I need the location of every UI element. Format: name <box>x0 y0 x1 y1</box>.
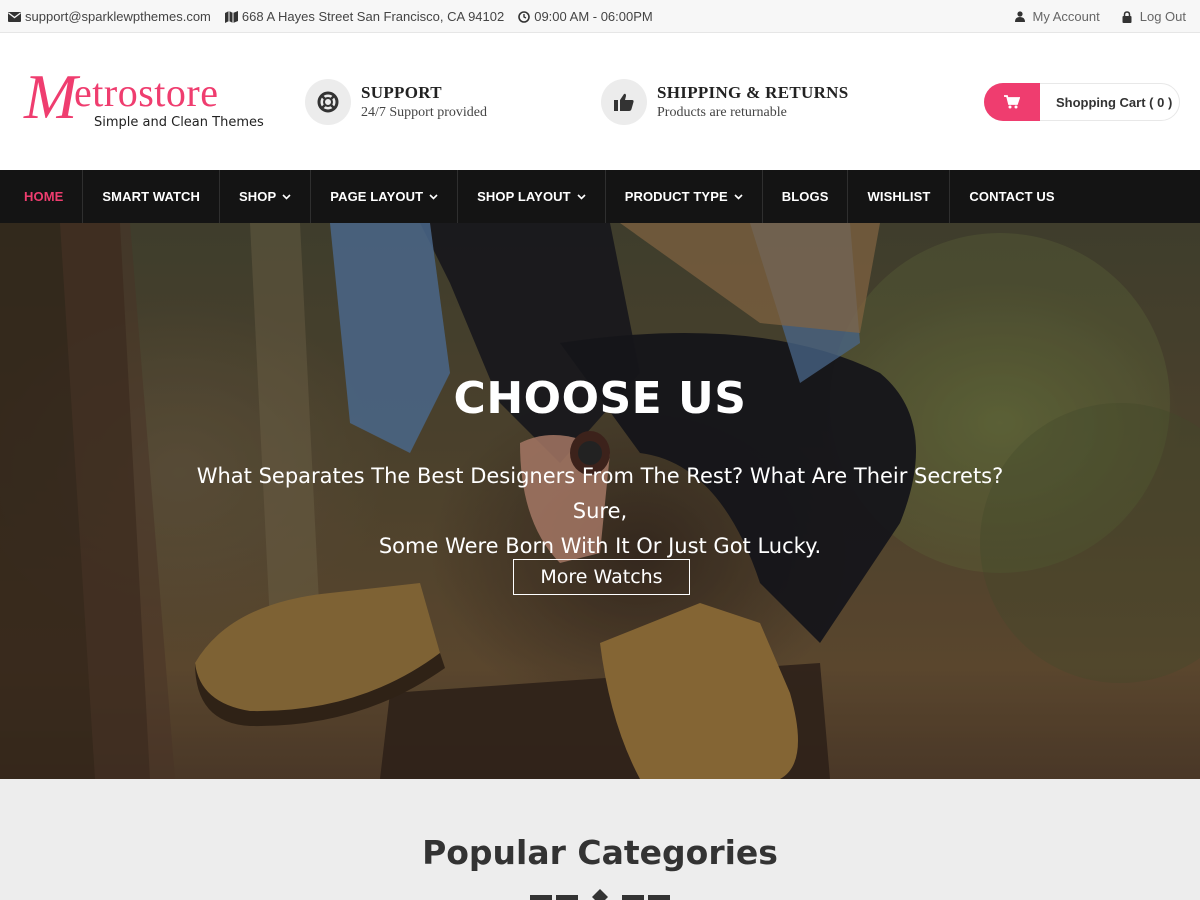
site-header: M etrostore Simple and Clean Themes SUPP… <box>0 33 1200 170</box>
support-title: SUPPORT <box>361 83 442 102</box>
lock-icon <box>1122 10 1132 23</box>
email-text: support@sparklewpthemes.com <box>25 9 211 24</box>
hero-description-line: What Separates The Best Designers From T… <box>196 464 1004 523</box>
shopping-cart-button[interactable]: Shopping Cart ( 0 ) <box>984 83 1180 121</box>
main-navigation: HOME SMART WATCH SHOP PAGE LAYOUT SHOP L… <box>0 170 1200 223</box>
nav-item-shop-layout[interactable]: SHOP LAYOUT <box>458 170 606 223</box>
nav-label: SHOP LAYOUT <box>477 189 571 204</box>
more-watchs-button[interactable]: More Watchs <box>513 559 690 595</box>
address-text: 668 A Hayes Street San Francisco, CA 941… <box>241 9 505 24</box>
clock-icon <box>518 10 531 23</box>
nav-item-page-layout[interactable]: PAGE LAYOUT <box>311 170 459 223</box>
user-icon <box>1014 11 1025 22</box>
nav-label: BLOGS <box>781 189 829 204</box>
my-account-link[interactable]: My Account <box>1014 9 1100 24</box>
top-bar-account: My Account Log Out <box>1014 0 1186 33</box>
popular-categories-section: Popular Categories <box>0 779 1200 900</box>
cart-label: Shopping Cart ( 0 ) <box>1056 94 1173 110</box>
support-subtitle: 24/7 Support provided <box>361 105 487 120</box>
logo-wordmark: etrostore <box>74 70 219 115</box>
nav-label: HOME <box>24 189 64 204</box>
nav-label: SHOP <box>239 189 277 204</box>
my-account-label: My Account <box>1032 9 1100 24</box>
top-bar: support@sparklewpthemes.com 668 A Hayes … <box>0 0 1200 33</box>
nav-label: PRODUCT TYPE <box>624 189 728 204</box>
map-icon <box>224 10 238 23</box>
nav-item-product-type[interactable]: PRODUCT TYPE <box>606 170 763 223</box>
top-bar-contact: support@sparklewpthemes.com 668 A Hayes … <box>8 0 653 33</box>
cart-icon-button[interactable] <box>984 83 1040 121</box>
shipping-subtitle: Products are returnable <box>657 105 787 120</box>
nav-item-wishlist[interactable]: WISHLIST <box>848 170 951 223</box>
support-text: SUPPORT 24/7 Support provided <box>361 83 487 121</box>
hours-item: 09:00 AM - 06:00PM <box>518 9 653 24</box>
shipping-icon-circle <box>601 79 647 125</box>
nav-label: SMART WATCH <box>102 189 201 204</box>
shipping-text: SHIPPING & RETURNS Products are returnab… <box>657 83 848 121</box>
chevron-down-icon <box>429 194 438 200</box>
logo-initial: M <box>24 61 78 132</box>
nav-item-smart-watch[interactable]: SMART WATCH <box>83 170 221 223</box>
section-heading: Popular Categories <box>422 833 778 872</box>
shipping-title: SHIPPING & RETURNS <box>657 83 849 102</box>
site-logo[interactable]: M etrostore Simple and Clean Themes <box>24 65 264 133</box>
nav-item-shop[interactable]: SHOP <box>220 170 312 223</box>
nav-label: CONTACT US <box>969 189 1055 204</box>
support-feature: SUPPORT 24/7 Support provided <box>305 79 487 125</box>
shipping-feature: SHIPPING & RETURNS Products are returnab… <box>601 79 848 125</box>
logout-label: Log Out <box>1139 9 1186 24</box>
address-item: 668 A Hayes Street San Francisco, CA 941… <box>224 9 505 24</box>
nav-item-blogs[interactable]: BLOGS <box>763 170 849 223</box>
heading-divider-icon <box>530 889 670 900</box>
shopping-cart-icon <box>1004 95 1020 109</box>
hero-slider: CHOOSE US What Separates The Best Design… <box>0 223 1200 779</box>
chevron-down-icon <box>734 194 743 200</box>
nav-label: PAGE LAYOUT <box>330 189 424 204</box>
hours-text: 09:00 AM - 06:00PM <box>534 9 653 24</box>
chevron-down-icon <box>282 194 291 200</box>
nav-item-contact-us[interactable]: CONTACT US <box>950 170 1073 223</box>
envelope-icon <box>8 11 21 22</box>
email-item[interactable]: support@sparklewpthemes.com <box>8 9 211 24</box>
nav-item-home[interactable]: HOME <box>0 170 84 223</box>
logout-link[interactable]: Log Out <box>1122 9 1186 24</box>
chevron-down-icon <box>577 194 586 200</box>
hero-title: CHOOSE US <box>453 373 747 424</box>
support-icon-circle <box>305 79 351 125</box>
logo-tagline: Simple and Clean Themes <box>94 115 264 130</box>
thumbs-up-icon <box>614 93 634 111</box>
nav-label: WISHLIST <box>867 189 931 204</box>
lifebuoy-icon <box>317 91 339 113</box>
hero-description: What Separates The Best Designers From T… <box>170 459 1030 564</box>
